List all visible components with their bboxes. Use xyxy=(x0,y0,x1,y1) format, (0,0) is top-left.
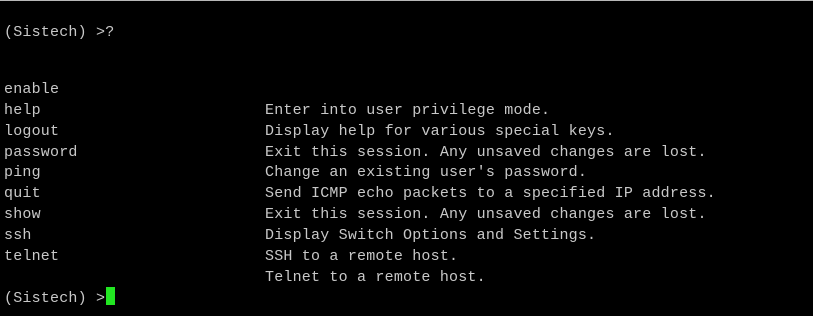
command-name: telnet xyxy=(4,248,60,266)
command-row-logout: logout Exit this session. Any unsaved ch… xyxy=(0,101,813,161)
command-description: Telnet to a remote host. xyxy=(265,268,486,286)
command-description: SSH to a remote host. xyxy=(265,248,459,266)
command-row-telnet: telnet Telnet to a remote host. xyxy=(0,226,813,286)
command-row-ssh: ssh SSH to a remote host. xyxy=(0,205,813,265)
command-list: enable Enter into user privilege mode. h… xyxy=(0,59,813,286)
terminal-window[interactable]: (Sistech) >? enable Enter into user priv… xyxy=(0,0,813,316)
terminal-prompt-echo: (Sistech) >? xyxy=(4,24,115,41)
command-row-show: show Display Switch Options and Settings… xyxy=(0,184,813,244)
terminal-input-line[interactable]: (Sistech) > xyxy=(4,287,116,307)
command-row-password: password Change an existing user's passw… xyxy=(0,122,813,182)
command-row-enable: enable Enter into user privilege mode. xyxy=(0,59,813,119)
command-row-quit: quit Exit this session. Any unsaved chan… xyxy=(0,163,813,223)
command-row-ping: ping Send ICMP echo packets to a specifi… xyxy=(0,143,813,202)
terminal-cursor[interactable] xyxy=(106,287,116,305)
command-row-help: help Display help for various special ke… xyxy=(0,80,813,140)
terminal-prompt: (Sistech) > xyxy=(4,290,106,307)
